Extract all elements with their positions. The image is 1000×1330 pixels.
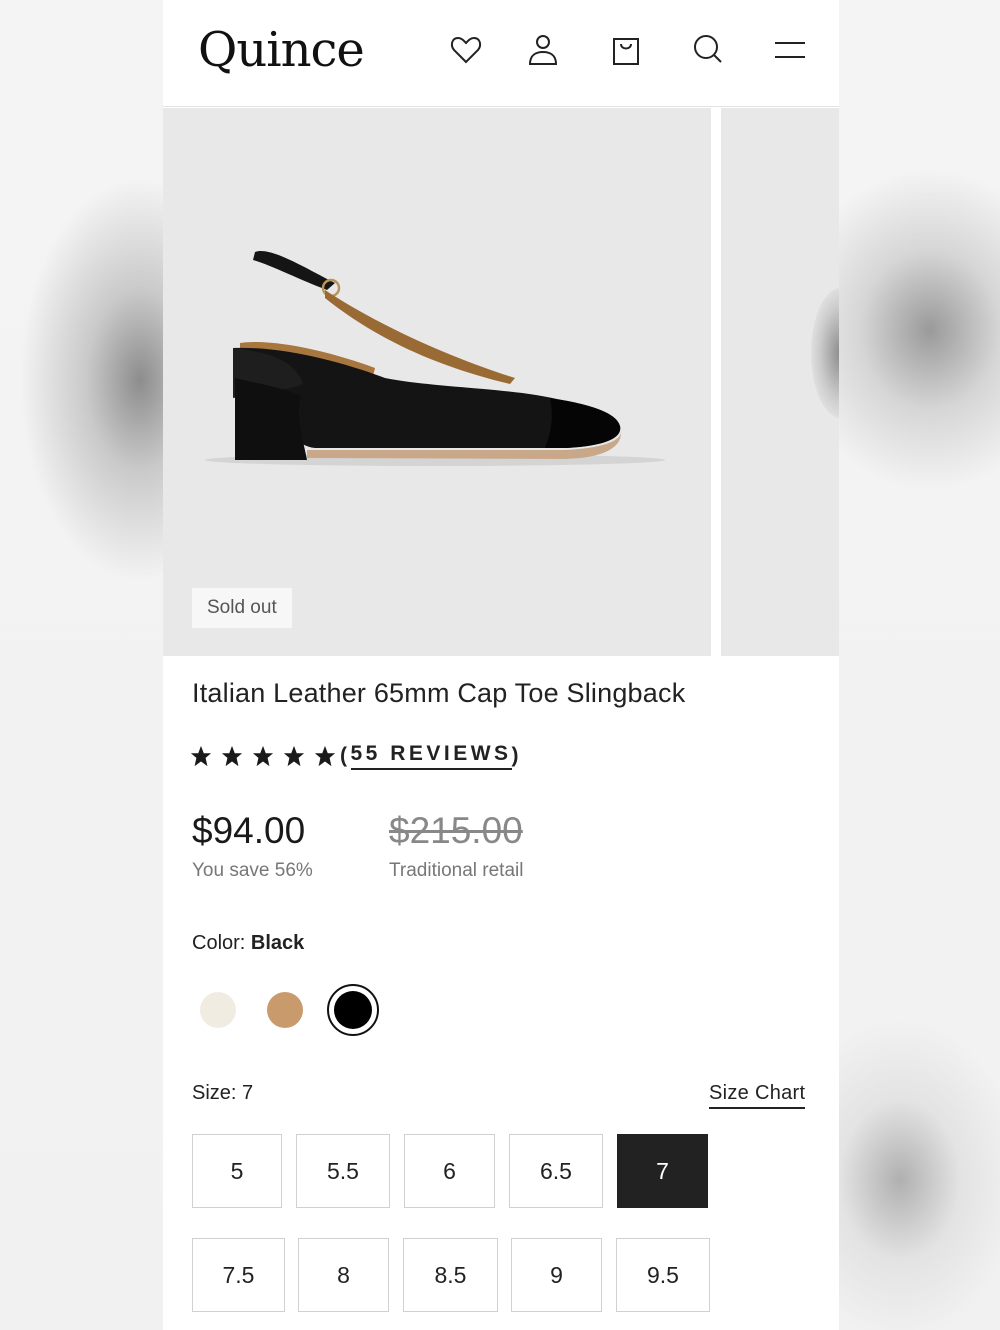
sold-out-badge: Sold out [192,588,292,628]
search-button[interactable] [688,30,728,70]
size-label-prefix: Size: [192,1082,237,1104]
product-page: Quince Sold out Italian Leather 65mm Cap… [163,0,839,1330]
size-option[interactable]: 5.5 [296,1134,390,1208]
size-chart-link[interactable]: Size Chart [709,1082,806,1109]
brand-logo[interactable]: Quince [198,22,365,78]
menu-icon [775,42,805,58]
size-option[interactable]: 5 [192,1134,282,1208]
color-swatch-tan[interactable] [267,992,303,1028]
product-title: Italian Leather 65mm Cap Toe Slingback [192,678,686,708]
size-option[interactable]: 8.5 [403,1238,498,1312]
slingback-shoe-image [205,250,665,466]
cart-button[interactable] [606,30,646,70]
search-icon [694,35,722,63]
reviews-close-paren: ) [511,744,523,767]
star-icon [190,745,212,767]
savings-text: You save 56% [192,860,313,881]
star-icon [221,745,243,767]
reviews-link[interactable]: 55 REVIEWS [350,742,512,770]
wishlist-button[interactable] [446,30,486,70]
product-image-gallery[interactable]: Sold out [163,108,839,656]
size-option[interactable]: 9 [511,1238,602,1312]
bag-icon [613,38,639,65]
color-swatch-black-fill [334,991,372,1029]
reviews-count: (55 REVIEWS) [340,742,522,770]
size-option[interactable]: 6.5 [509,1134,603,1208]
menu-button[interactable] [770,30,810,70]
size-option[interactable]: 9.5 [616,1238,710,1312]
heart-icon [450,36,482,64]
color-swatch-black[interactable] [327,984,379,1036]
star-icon [252,745,274,767]
account-button[interactable] [523,30,563,70]
account-icon [528,35,558,65]
product-image-main[interactable]: Sold out [163,108,711,656]
sale-price: $94.00 [192,810,306,851]
selected-color-name: Black [250,932,305,954]
size-label: Size: 7 [192,1082,253,1105]
size-option[interactable]: 8 [298,1238,389,1312]
site-header: Quince [163,0,839,107]
size-option[interactable]: 7.5 [192,1238,285,1312]
star-icon [314,745,336,767]
color-swatch-ivory[interactable] [200,992,236,1028]
size-option[interactable]: 6 [404,1134,495,1208]
color-label: Color: Black [192,932,304,955]
next-image-preview [811,288,839,418]
star-icon [283,745,305,767]
retail-price: $215.00 [389,810,523,851]
selected-size-value: 7 [242,1082,254,1104]
product-image-next[interactable] [721,108,839,656]
color-label-prefix: Color: [192,932,246,954]
rating-row: (55 REVIEWS) [190,742,522,770]
reviews-open-paren: ( [340,744,351,767]
size-option-selected[interactable]: 7 [617,1134,708,1208]
retail-label: Traditional retail [389,860,524,881]
